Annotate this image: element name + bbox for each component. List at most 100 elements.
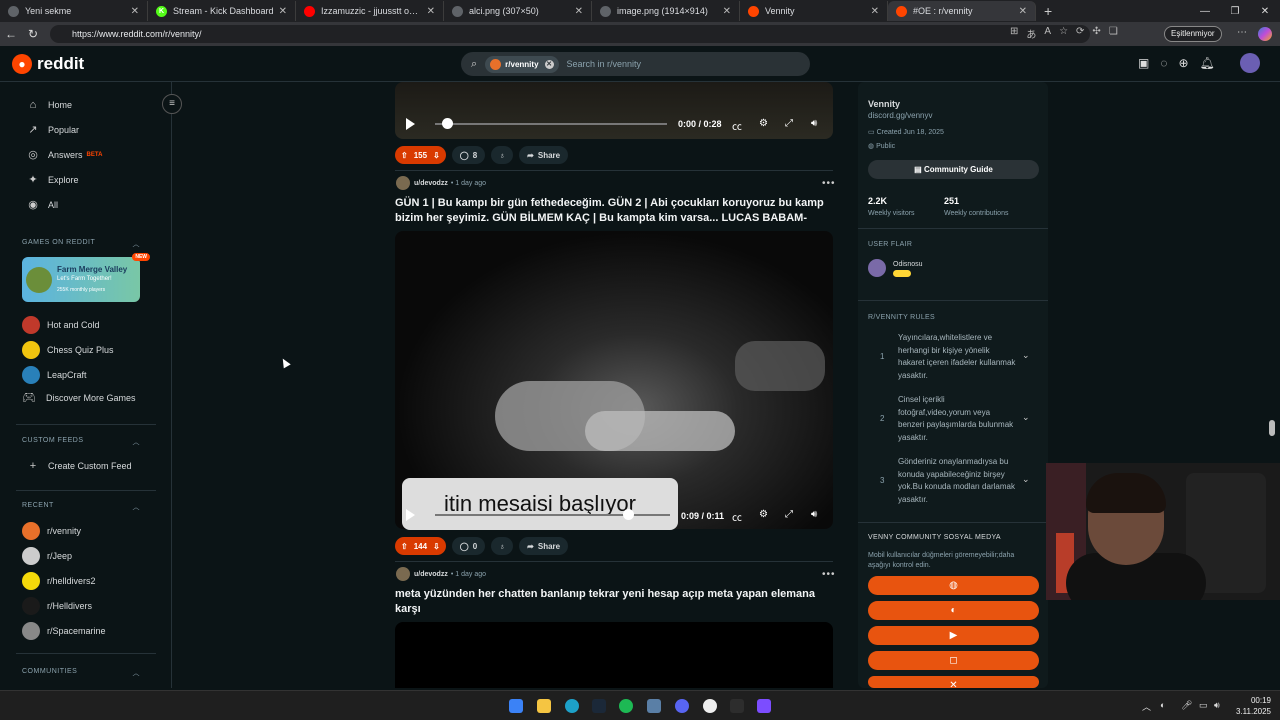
volume-icon[interactable]: 🔊︎ [811,118,817,129]
volume-tray-icon[interactable]: 🔊︎ [1214,700,1220,711]
play-icon[interactable] [406,509,415,521]
tray-chevron-icon[interactable]: ︿ [1142,700,1151,713]
recent-item[interactable]: r/Spacemarine [22,622,106,640]
maximize-icon[interactable]: ❐ [1220,6,1250,17]
tab-close-icon[interactable]: ✕ [1019,6,1027,17]
spotify-icon[interactable] [619,699,633,713]
volume-icon[interactable]: 🔊︎ [811,509,817,520]
vote-control[interactable]: ⇧ 155 ⇩ [395,146,446,164]
browser-tab[interactable]: Vennity ✕ [740,1,888,21]
social-button[interactable]: ◐ [868,601,1039,620]
progress-knob[interactable] [441,118,453,129]
apps-icon[interactable]: ⊞ [1010,26,1018,41]
user-avatar-icon[interactable] [396,567,410,581]
clear-chip-icon[interactable]: ✕ [544,59,554,69]
recent-item[interactable]: r/Jeep [22,547,72,565]
custom-feeds-header[interactable]: CUSTOM FEEDS ︿ [22,437,140,447]
copilot-icon[interactable] [1258,27,1272,41]
terminal-icon[interactable] [730,699,744,713]
recent-item[interactable]: r/helldivers2 [22,572,96,590]
post-overflow-icon[interactable]: ••• [822,178,836,189]
extensions-icon[interactable]: ⟳ [1076,26,1084,41]
steam-icon[interactable] [592,699,606,713]
post-overflow-icon[interactable]: ••• [822,569,836,580]
communities-header[interactable]: COMMUNITIES ︿ [22,668,140,678]
social-button[interactable]: ✕ [868,676,1039,691]
progress-track[interactable] [435,514,670,516]
page-scrollbar[interactable] [1269,420,1275,436]
social-button[interactable]: ◍ [868,576,1039,595]
comments-button[interactable]: ◯ 0 [451,537,486,555]
play-icon[interactable] [406,118,415,130]
more-menu-icon[interactable]: ⋯ [1237,27,1247,38]
favorite-star-icon[interactable]: ☆ [1059,26,1068,41]
sidebar-item-home[interactable]: ⌂ Home [26,98,72,112]
settings-icon[interactable]: ⚙ [759,118,768,129]
farm-merge-valley-promo[interactable]: Farm Merge Valley Let's Farm Together! 2… [22,253,150,302]
read-aloud-icon[interactable]: A [1044,26,1051,41]
translate-icon[interactable]: あ [1026,26,1036,41]
fullscreen-icon[interactable]: ⤢ [785,118,793,129]
subreddit-chip[interactable]: r/vennity ✕ [485,55,559,73]
video-player-1[interactable]: 0:00 / 0:28 ㏄ ⚙ ⤢ 🔊︎ [395,82,833,139]
browser-tab[interactable]: image.png (1914×914) ✕ [592,1,740,21]
chevron-down-icon[interactable]: ⌄ [1022,350,1030,361]
chevron-down-icon[interactable]: ⌄ [1022,412,1030,423]
captions-icon[interactable]: ㏄ [732,118,742,133]
puzzle-icon[interactable]: ✣ [1092,26,1100,41]
community-link[interactable]: discord.gg/vennyv [868,111,932,120]
minimize-icon[interactable]: — [1190,6,1220,17]
browser-tab[interactable]: alci.png (307×50) ✕ [444,1,592,21]
create-custom-feed[interactable]: + Create Custom Feed [26,459,132,473]
tab-close-icon[interactable]: ✕ [723,6,731,17]
close-window-icon[interactable]: ✕ [1250,6,1280,17]
system-clock[interactable]: 00:19 3.11.2025 [1236,695,1271,717]
user-avatar[interactable] [1240,53,1260,73]
social-button[interactable]: ▶ [868,626,1039,645]
browser-tab[interactable]: Izzamuzzic - jjuusstt oonnee (slo ✕ [296,1,444,21]
browser-tab[interactable]: K Stream - Kick Dashboard ✕ [148,1,296,21]
network-icon[interactable]: ▭ [1199,700,1208,711]
game-item[interactable]: 🎮︎ Discover More Games [22,391,136,405]
vote-control[interactable]: ⇧ 144 ⇩ [395,537,446,555]
user-avatar-icon[interactable] [396,176,410,190]
search-bar[interactable]: ⌕ r/vennity ✕ Search in r/vennity [461,52,810,76]
sidebar-item-explore[interactable]: ✦ Explore [26,173,78,187]
back-icon[interactable]: ← [0,27,22,41]
sidebar-item-popular[interactable]: ↗ Popular [26,123,79,137]
new-tab-icon[interactable]: + [1044,3,1052,19]
flair-username[interactable]: Odisnosu [893,261,923,268]
game-item[interactable]: Chess Quiz Plus [22,341,114,359]
discord-icon[interactable] [675,699,689,713]
game-item[interactable]: Hot and Cold [22,316,100,334]
reload-icon[interactable]: ↻ [22,27,44,41]
microphone-icon[interactable]: 🎤︎ [1181,700,1192,711]
obs-icon[interactable] [757,699,771,713]
settings-icon[interactable]: ⚙ [759,509,768,520]
tab-close-icon[interactable]: ✕ [427,6,435,17]
share-button[interactable]: ➦ Share [519,146,569,164]
chat-icon[interactable]: ◌ [1160,56,1167,70]
chevron-down-icon[interactable]: ⌄ [1022,474,1030,485]
game-item[interactable]: LeapCraft [22,366,87,384]
create-post-icon[interactable]: ⊕ [1178,56,1188,70]
recent-item[interactable]: r/vennity [22,522,81,540]
tab-close-icon[interactable]: ✕ [871,6,879,17]
sidebar-item-all[interactable]: ◉ All [26,198,58,212]
games-header[interactable]: GAMES ON REDDIT ︿ [22,239,140,249]
sync-button[interactable]: Eşitlenmiyor [1164,26,1222,42]
progress-knob[interactable] [622,509,634,520]
notification-bell-icon[interactable]: 🔔︎ [1200,56,1215,70]
tab-close-icon[interactable]: ✕ [575,6,583,17]
sidebar-toggle-icon[interactable]: ≡ [162,94,182,114]
url-field[interactable]: https://www.reddit.com/r/vennity/ [50,25,1090,43]
tab-close-icon[interactable]: ✕ [279,6,287,17]
captions-icon[interactable]: ㏄ [732,509,742,524]
app-icon[interactable] [647,699,661,713]
collections-icon[interactable]: ❏ [1109,26,1118,41]
edge-icon[interactable] [565,699,579,713]
file-explorer-icon[interactable] [537,699,551,713]
progress-track[interactable] [435,123,667,125]
start-icon[interactable] [509,699,523,713]
award-button[interactable]: ♁ [491,537,514,555]
